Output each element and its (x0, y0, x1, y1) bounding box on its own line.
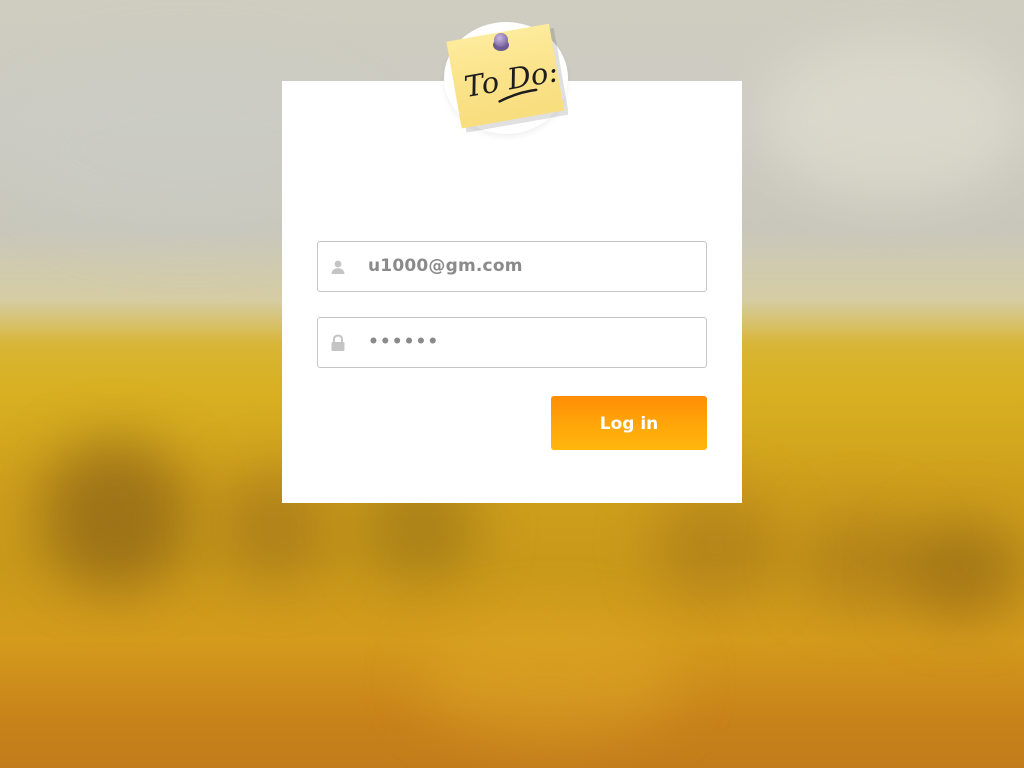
todo-sticky-note-icon: To Do: (446, 23, 568, 133)
login-button[interactable]: Log in (551, 396, 707, 450)
user-icon (330, 258, 346, 276)
password-value: •••••• (368, 332, 440, 352)
password-field[interactable]: •••••• (317, 317, 707, 368)
pushpin-icon (494, 33, 508, 47)
email-value: u1000@gm.com (368, 256, 523, 276)
lock-icon (330, 334, 346, 352)
app-logo: To Do: (444, 22, 568, 134)
email-field[interactable]: u1000@gm.com (317, 241, 707, 292)
